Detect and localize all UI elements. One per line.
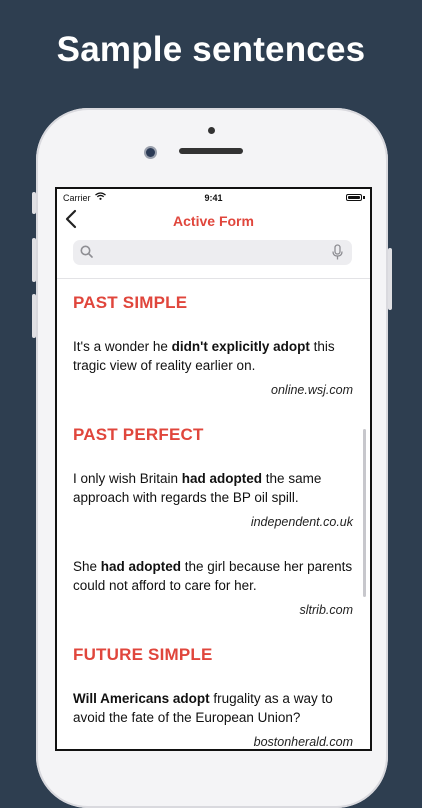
earpiece-speaker: [179, 148, 243, 154]
header-divider: [57, 278, 370, 279]
highlighted-verb: had adopted: [100, 559, 182, 574]
search-icon: [80, 245, 93, 263]
promo-headline: Sample sentences: [56, 30, 366, 69]
status-time: 9:41: [204, 193, 223, 203]
page-title: Active Form: [173, 213, 254, 229]
section-title: PAST PERFECT: [73, 425, 204, 444]
scrollbar[interactable]: [363, 429, 366, 597]
source-link[interactable]: bostonherald.com: [73, 735, 353, 749]
highlighted-verb: Will Americans adopt: [73, 691, 210, 706]
search-input[interactable]: [97, 240, 326, 267]
sentence-list: PAST SIMPLE It's a wonder he didn't expl…: [73, 293, 353, 749]
search-bar[interactable]: [73, 240, 352, 267]
navigation-bar: Active Form: [57, 207, 370, 237]
highlighted-verb: didn't explicitly adopt: [171, 339, 310, 354]
source-link[interactable]: sltrib.com: [73, 603, 353, 617]
sentence-entry[interactable]: I only wish Britain had adopted the same…: [73, 469, 353, 529]
section-title: PAST SIMPLE: [73, 293, 188, 312]
section-past-simple: PAST SIMPLE It's a wonder he didn't expl…: [73, 293, 353, 397]
front-camera: [146, 148, 155, 157]
sentence-entry[interactable]: She had adopted the girl because her par…: [73, 557, 353, 617]
silent-switch: [32, 192, 36, 214]
source-link[interactable]: independent.co.uk: [73, 515, 353, 529]
battery-tip: [363, 196, 365, 199]
power-button: [388, 248, 392, 310]
sentence-text: It's a wonder he didn't explicitly adopt…: [73, 339, 335, 373]
proximity-sensor: [208, 127, 215, 134]
battery-icon: [346, 194, 362, 201]
status-bar: Carrier 9:41: [57, 189, 370, 207]
highlighted-verb: had adopted: [181, 471, 263, 486]
sentence-text: I only wish Britain had adopted the same…: [73, 471, 322, 505]
sentence-entry[interactable]: It's a wonder he didn't explicitly adopt…: [73, 337, 353, 397]
section-future-simple: FUTURE SIMPLE Will Americans adopt fruga…: [73, 645, 353, 749]
section-past-perfect: PAST PERFECT I only wish Britain had ado…: [73, 425, 353, 617]
sentence-text: She had adopted the girl because her par…: [73, 559, 353, 593]
source-link[interactable]: online.wsj.com: [73, 383, 353, 397]
mic-icon[interactable]: [332, 244, 343, 266]
app-screen: Carrier 9:41 Active Form PAST SIMPLE It'…: [55, 187, 372, 751]
sentence-entry[interactable]: Will Americans adopt frugality as a way …: [73, 689, 353, 749]
section-title: FUTURE SIMPLE: [73, 645, 213, 664]
sentence-text: Will Americans adopt frugality as a way …: [73, 691, 333, 725]
volume-down-button: [32, 294, 36, 338]
volume-up-button: [32, 238, 36, 282]
